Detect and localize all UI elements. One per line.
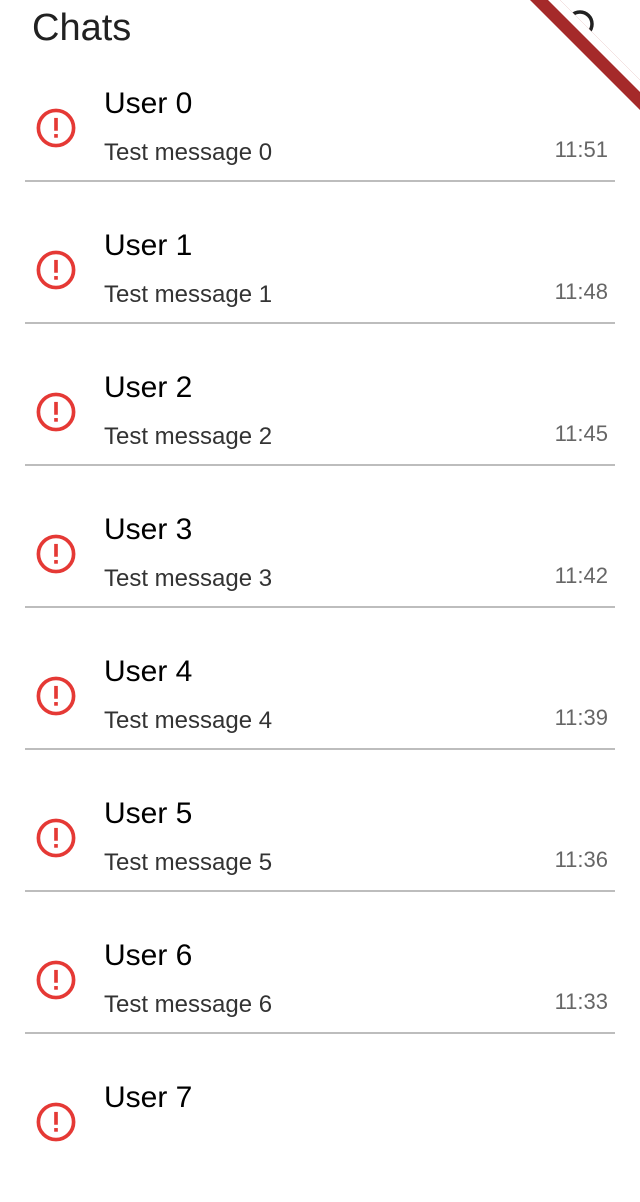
- chat-list-item[interactable]: User 3 Test message 3 11:42: [0, 492, 640, 634]
- divider: [25, 606, 615, 608]
- chat-list-item[interactable]: User 1 Test message 1 11:48: [0, 208, 640, 350]
- chat-list-item[interactable]: User 4 Test message 4 11:39: [0, 634, 640, 776]
- app-bar: Chats: [0, 0, 640, 60]
- chat-list-item[interactable]: User 2 Test message 2 11:45: [0, 350, 640, 492]
- chat-last-message: Test message 4: [104, 707, 273, 734]
- chat-time: 11:48: [554, 279, 608, 304]
- search-icon[interactable]: [560, 4, 608, 52]
- chat-last-message: Test message 2: [104, 423, 273, 450]
- chat-list-item[interactable]: User 6 Test message 6 11:33: [0, 918, 640, 1060]
- error-icon: [36, 1102, 76, 1142]
- chat-last-message: Test message 0: [104, 139, 273, 166]
- chat-user-name: User 3: [104, 513, 193, 546]
- divider: [25, 748, 615, 750]
- error-icon: [36, 818, 76, 858]
- chat-user-name: User 4: [104, 655, 193, 688]
- chat-last-message: Test message 5: [104, 849, 273, 876]
- error-icon: [36, 676, 76, 716]
- page-title: Chats: [32, 7, 132, 49]
- chat-user-name: User 0: [104, 87, 193, 120]
- chat-user-name: User 5: [104, 797, 193, 830]
- chat-time: 11:42: [554, 563, 608, 588]
- chat-last-message: Test message 1: [104, 281, 273, 308]
- error-icon: [36, 960, 76, 1000]
- divider: [25, 322, 615, 324]
- divider: [25, 464, 615, 466]
- chat-list: User 0 Test message 0 11:51 User 1 Test …: [0, 0, 640, 1142]
- chat-user-name: User 7: [104, 1081, 193, 1114]
- chat-user-name: User 1: [104, 229, 193, 262]
- chat-list-item[interactable]: User 0 Test message 0 11:51: [0, 66, 640, 208]
- chat-user-name: User 6: [104, 939, 193, 972]
- divider: [25, 1032, 615, 1034]
- divider: [25, 890, 615, 892]
- chat-last-message: Test message 6: [104, 991, 273, 1018]
- chat-last-message: Test message 3: [104, 565, 273, 592]
- error-icon: [36, 108, 76, 148]
- chat-list-item[interactable]: User 5 Test message 5 11:36: [0, 776, 640, 918]
- divider: [25, 180, 615, 182]
- error-icon: [36, 392, 76, 432]
- error-icon: [36, 250, 76, 290]
- chat-user-name: User 2: [104, 371, 193, 404]
- chat-time: 11:33: [554, 989, 608, 1014]
- error-icon: [36, 534, 76, 574]
- chat-time: 11:45: [554, 421, 608, 446]
- chat-time: 11:36: [554, 847, 608, 872]
- chat-time: 11:51: [554, 137, 608, 162]
- chat-time: 11:39: [554, 705, 608, 730]
- chat-list-item[interactable]: User 7: [0, 1060, 640, 1202]
